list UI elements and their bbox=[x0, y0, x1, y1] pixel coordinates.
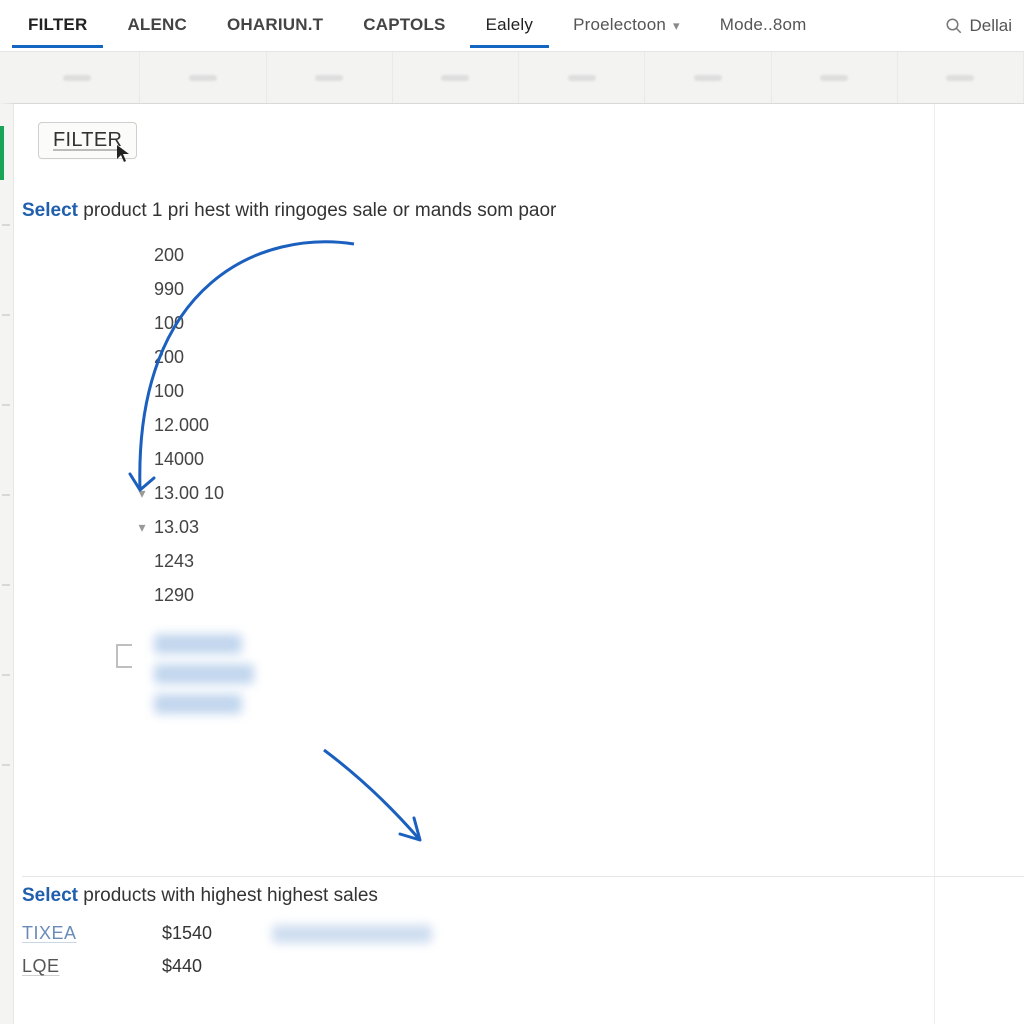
cursor-icon bbox=[116, 144, 130, 164]
query-text-2: products with highest highest sales bbox=[78, 885, 378, 906]
tab-captols[interactable]: CAPTOLS bbox=[347, 3, 461, 48]
query-text-1: product 1 pri hest with ringoges sale or… bbox=[78, 200, 556, 221]
keyword-select: Select bbox=[22, 885, 78, 906]
redacted-value bbox=[272, 925, 432, 943]
tab-filter[interactable]: FILTER bbox=[12, 3, 103, 48]
list-item[interactable]: 12.000 bbox=[136, 408, 224, 442]
list-item[interactable]: 100 bbox=[136, 306, 224, 340]
keyword-select: Select bbox=[22, 200, 78, 221]
tab-ealely[interactable]: Ealely bbox=[470, 3, 550, 48]
tab-alenc[interactable]: ALENC bbox=[111, 3, 203, 48]
results-panel: Select products with highest highest sal… bbox=[22, 876, 1024, 983]
list-item[interactable]: ▾13.00 10 bbox=[136, 476, 224, 510]
tab-mode[interactable]: Mode..8om bbox=[704, 3, 823, 48]
list-item[interactable]: ▾13.03 bbox=[136, 510, 224, 544]
list-item[interactable]: 200 bbox=[136, 340, 224, 374]
chevron-down-icon[interactable]: ▾ bbox=[136, 476, 148, 510]
tab-ohariunt[interactable]: OHARIUN.T bbox=[211, 3, 339, 48]
top-tab-bar: FILTER ALENC OHARIUN.T CAPTOLS Ealely Pr… bbox=[0, 0, 1024, 52]
query-line-2[interactable]: Select products with highest highest sal… bbox=[22, 885, 1024, 907]
search-box[interactable]: Dellai bbox=[945, 16, 1012, 36]
tab-proelectoon[interactable]: Proelectoon ▾ bbox=[557, 3, 696, 48]
list-item[interactable]: 200 bbox=[136, 238, 224, 272]
redacted-block bbox=[154, 634, 254, 714]
bracket-icon bbox=[116, 644, 132, 668]
result-label: TIXEA bbox=[22, 923, 102, 944]
value-list: 200 990 100 200 100 12.000 14000 ▾13.00 … bbox=[154, 238, 224, 612]
tab-proelectoon-label: Proelectoon bbox=[573, 15, 666, 34]
worksheet[interactable]: FILTER Select product 1 pri hest with ri… bbox=[14, 104, 1024, 1024]
active-row-indicator bbox=[0, 126, 4, 180]
list-item[interactable]: 14000 bbox=[136, 442, 224, 476]
result-label: LQE bbox=[22, 956, 102, 977]
result-value: $1540 bbox=[162, 923, 212, 944]
search-placeholder: Dellai bbox=[969, 16, 1012, 36]
list-item[interactable]: 1290 bbox=[136, 578, 224, 612]
chevron-down-icon: ▾ bbox=[673, 18, 680, 33]
result-value: $440 bbox=[162, 956, 202, 977]
column-ruler bbox=[0, 52, 1024, 104]
result-row[interactable]: LQE $440 bbox=[22, 950, 1024, 983]
list-item[interactable]: 990 bbox=[136, 272, 224, 306]
query-line-1[interactable]: Select product 1 pri hest with ringoges … bbox=[22, 200, 556, 222]
list-item[interactable]: 1243 bbox=[136, 544, 224, 578]
row-gutter bbox=[0, 104, 14, 1024]
search-icon bbox=[945, 17, 963, 35]
annotation-arrow-bottom bbox=[304, 740, 444, 860]
list-item[interactable]: 100 bbox=[136, 374, 224, 408]
chevron-down-icon[interactable]: ▾ bbox=[136, 510, 148, 544]
result-row[interactable]: TIXEA $1540 bbox=[22, 917, 1024, 950]
